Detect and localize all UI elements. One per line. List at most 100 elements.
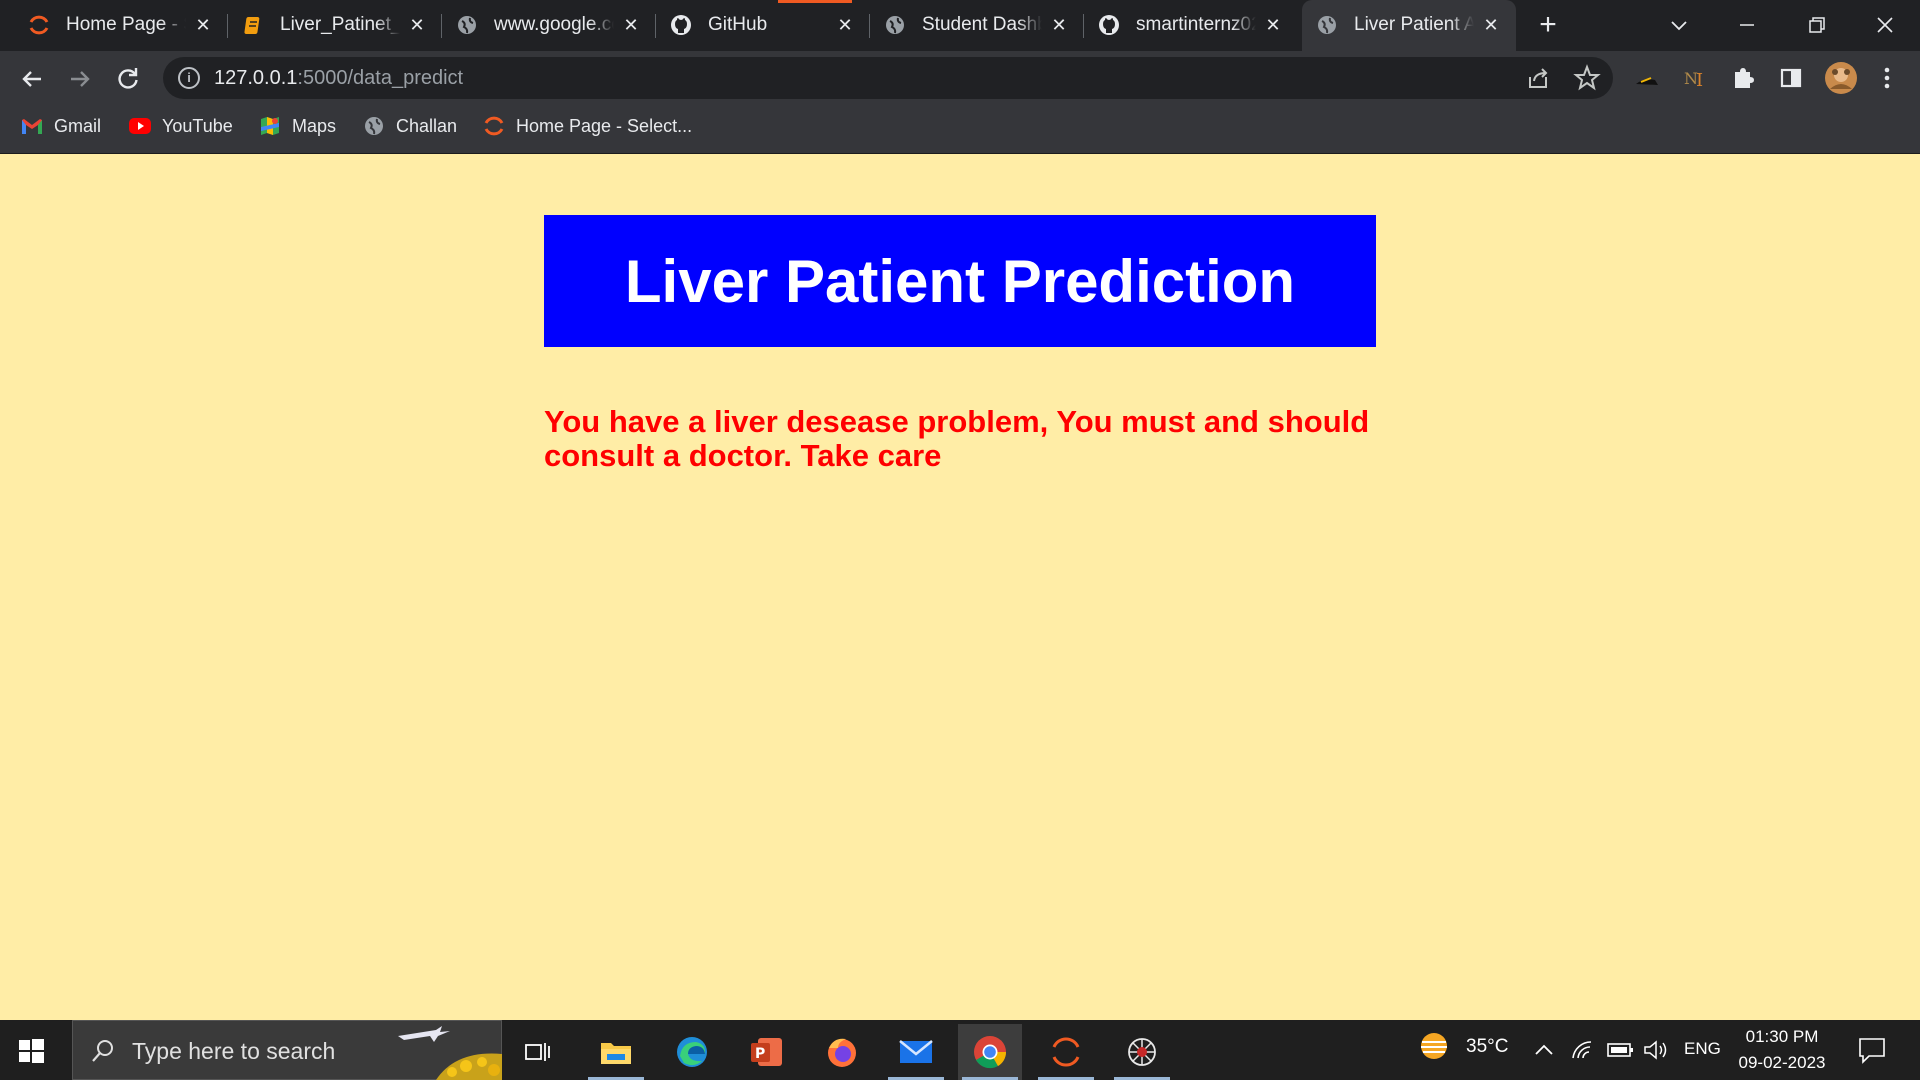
tab-liver-patinet-analysis[interactable]: Liver_Patinet_Analysis ✕ xyxy=(228,0,442,51)
edge-icon xyxy=(677,1037,707,1067)
extension-hat-icon xyxy=(1636,77,1658,85)
task-view-icon xyxy=(525,1043,550,1061)
maps-icon xyxy=(258,114,282,138)
smartbridge-icon xyxy=(28,14,50,36)
restore-button[interactable] xyxy=(1800,10,1834,40)
bookmark-label: YouTube xyxy=(162,115,233,136)
close-icon xyxy=(1877,17,1893,33)
prediction-result: You have a liver desease problem, You mu… xyxy=(544,404,1370,473)
weather-icon xyxy=(1414,1030,1454,1066)
windows-logo-icon xyxy=(19,1039,44,1063)
tab-title: Student Dashboard xyxy=(922,14,1042,35)
arrow-left-icon xyxy=(22,71,41,87)
task-view-button[interactable] xyxy=(506,1024,570,1080)
extension-button-1[interactable] xyxy=(1633,64,1661,92)
file-explorer-button[interactable] xyxy=(584,1024,648,1080)
gmail-icon xyxy=(20,114,44,138)
new-tab-button[interactable]: + xyxy=(1532,10,1564,40)
close-icon[interactable]: ✕ xyxy=(620,14,642,36)
powerpoint-button[interactable]: P xyxy=(734,1024,798,1080)
back-button[interactable] xyxy=(16,63,48,95)
tab-home-page[interactable]: Home Page - SmartBridge ✕ xyxy=(14,0,228,51)
bookmark-label: Challan xyxy=(396,115,458,136)
profile-avatar-button[interactable] xyxy=(1824,61,1858,95)
chevron-up-icon[interactable] xyxy=(1532,1038,1556,1062)
tab-student-dashboard[interactable]: Student Dashboard ✕ xyxy=(870,0,1084,51)
smartbridge-icon xyxy=(482,114,506,138)
page-header-banner: Liver Patient Prediction xyxy=(544,215,1376,347)
wifi-icon[interactable] xyxy=(1570,1038,1596,1062)
svg-text:I: I xyxy=(1696,70,1703,91)
tab-title: smartinternz02 xyxy=(1136,14,1256,35)
bookmark-label: Home Page - Select... xyxy=(516,115,693,136)
bookmark-label: Gmail xyxy=(54,115,102,136)
bookmark-youtube[interactable]: YouTube xyxy=(128,114,233,138)
forward-button[interactable] xyxy=(64,63,96,95)
globe-icon xyxy=(362,114,386,138)
folder-icon xyxy=(601,1043,631,1064)
svg-text:P: P xyxy=(755,1046,765,1062)
tab-google[interactable]: www.google.com ✕ xyxy=(442,0,656,51)
notebook-icon xyxy=(242,14,264,36)
extension-button-2[interactable]: NI xyxy=(1681,64,1709,92)
weather-temperature[interactable]: 35°C xyxy=(1466,1036,1508,1058)
clock[interactable]: 01:30 PM 09-02-2023 xyxy=(1728,1024,1836,1076)
battery-icon[interactable] xyxy=(1606,1040,1636,1060)
close-icon[interactable]: ✕ xyxy=(1048,14,1070,36)
bookmark-gmail[interactable]: Gmail xyxy=(20,114,101,138)
minimize-icon xyxy=(1740,24,1754,26)
edge-button[interactable] xyxy=(660,1024,724,1080)
start-button[interactable] xyxy=(16,1036,46,1066)
side-panel-icon xyxy=(1780,68,1802,88)
bookmark-maps[interactable]: Maps xyxy=(258,114,336,138)
arrow-right-icon xyxy=(71,71,90,87)
close-icon[interactable]: ✕ xyxy=(834,14,856,36)
input-language[interactable]: ENG xyxy=(1684,1039,1721,1059)
share-button[interactable] xyxy=(1525,64,1553,92)
chrome-menu-button[interactable] xyxy=(1873,64,1901,92)
reload-button[interactable] xyxy=(112,63,144,95)
close-icon[interactable]: ✕ xyxy=(1480,14,1502,36)
spider-web-icon xyxy=(1128,1038,1156,1066)
close-icon[interactable]: ✕ xyxy=(406,14,428,36)
notification-icon xyxy=(1859,1038,1885,1064)
chrome-button[interactable] xyxy=(958,1024,1022,1080)
close-window-button[interactable] xyxy=(1868,10,1902,40)
bookmark-star-button[interactable] xyxy=(1573,64,1601,92)
youtube-icon xyxy=(128,114,152,138)
restore-icon xyxy=(1809,17,1825,33)
mail-icon xyxy=(899,1040,933,1063)
tab-title: Liver_Patinet_Analysis xyxy=(280,14,400,35)
avatar xyxy=(1825,62,1857,94)
more-vert-icon xyxy=(1884,67,1890,89)
bookmark-challan[interactable]: Challan xyxy=(362,114,457,138)
firefox-icon xyxy=(828,1038,856,1067)
smartbridge-app-button[interactable] xyxy=(1034,1024,1098,1080)
tab-title: www.google.com xyxy=(494,14,614,35)
minimize-button[interactable] xyxy=(1730,10,1764,40)
close-icon[interactable]: ✕ xyxy=(192,14,214,36)
info-icon[interactable]: i xyxy=(178,67,200,89)
globe-icon xyxy=(884,14,906,36)
search-highlight-illustration xyxy=(396,1022,502,1080)
mail-button[interactable] xyxy=(884,1024,948,1080)
github-icon xyxy=(1098,14,1120,36)
side-panel-button[interactable] xyxy=(1777,64,1805,92)
app-button-spider[interactable] xyxy=(1110,1024,1174,1080)
tab-search-button[interactable] xyxy=(1662,10,1696,40)
tab-smartinternz[interactable]: smartinternz02 ✕ xyxy=(1084,0,1298,51)
firefox-button[interactable] xyxy=(810,1024,874,1080)
star-icon xyxy=(1573,64,1601,91)
tab-liver-patient-analysis[interactable]: Liver Patient Analysis ✕ xyxy=(1302,0,1516,51)
tab-github[interactable]: GitHub ✕ xyxy=(656,0,870,51)
search-icon xyxy=(90,1038,116,1064)
extensions-button[interactable] xyxy=(1729,64,1757,92)
smartbridge-icon xyxy=(1052,1037,1080,1067)
close-icon[interactable]: ✕ xyxy=(1262,14,1284,36)
volume-icon[interactable] xyxy=(1642,1038,1670,1062)
globe-icon xyxy=(456,14,478,36)
url-text[interactable]: 127.0.0.1:5000/data_predict xyxy=(214,66,463,90)
bookmark-home-page-select[interactable]: Home Page - Select... xyxy=(482,114,692,138)
notification-center-button[interactable] xyxy=(1856,1034,1888,1066)
clock-date: 09-02-2023 xyxy=(1738,1053,1826,1072)
